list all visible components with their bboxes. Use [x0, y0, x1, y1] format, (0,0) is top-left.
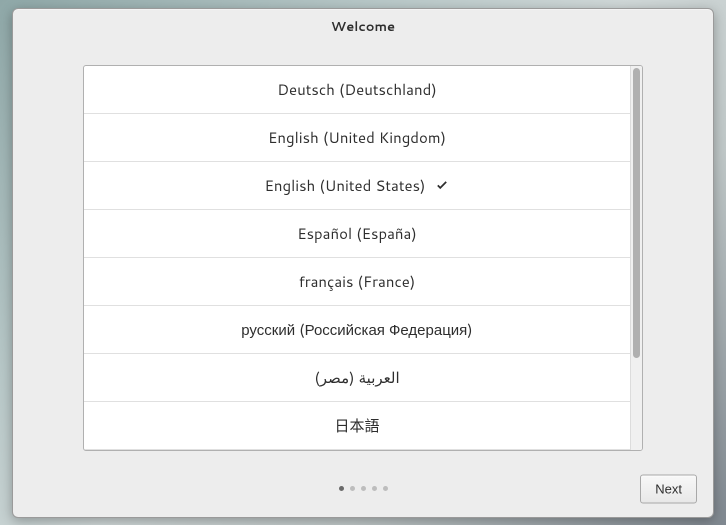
pagination-dot	[383, 486, 388, 491]
language-item[interactable]: العربية (مصر)	[84, 354, 630, 402]
language-item[interactable]: 日本語	[84, 402, 630, 450]
next-button[interactable]: Next	[640, 474, 697, 503]
language-item[interactable]: Deutsch (Deutschland)	[84, 66, 630, 114]
language-label: 日本語	[334, 415, 379, 436]
pagination-dot	[350, 486, 355, 491]
language-label: English (United Kingdom)	[268, 127, 446, 148]
language-item[interactable]: English (United Kingdom)	[84, 114, 630, 162]
language-label: français (France)	[299, 271, 416, 292]
page-title: Welcome	[331, 18, 395, 36]
header: Welcome	[13, 9, 713, 46]
pagination-dots	[339, 486, 388, 491]
language-label: русский (Российская Федерация)	[241, 319, 473, 340]
pagination-dot	[339, 486, 344, 491]
language-list-container: Deutsch (Deutschland) English (United Kin…	[83, 65, 643, 451]
check-icon	[435, 179, 449, 193]
language-label: Deutsch (Deutschland)	[277, 79, 437, 100]
language-list: Deutsch (Deutschland) English (United Kin…	[84, 66, 630, 450]
welcome-window: Welcome Deutsch (Deutschland) English (Un…	[12, 8, 714, 518]
language-label: العربية (مصر)	[314, 367, 399, 388]
scrollbar[interactable]	[630, 66, 642, 450]
language-label: English (United States)	[265, 175, 426, 196]
language-item[interactable]: русский (Российская Федерация)	[84, 306, 630, 354]
pagination-dot	[372, 486, 377, 491]
language-item[interactable]: français (France)	[84, 258, 630, 306]
content-area: Deutsch (Deutschland) English (United Kin…	[13, 45, 713, 461]
pagination-dot	[361, 486, 366, 491]
language-item[interactable]: English (United States)	[84, 162, 630, 210]
language-label: Español (España)	[297, 223, 417, 244]
footer: Next	[13, 461, 713, 516]
language-item[interactable]: Español (España)	[84, 210, 630, 258]
scrollbar-thumb[interactable]	[633, 68, 640, 358]
